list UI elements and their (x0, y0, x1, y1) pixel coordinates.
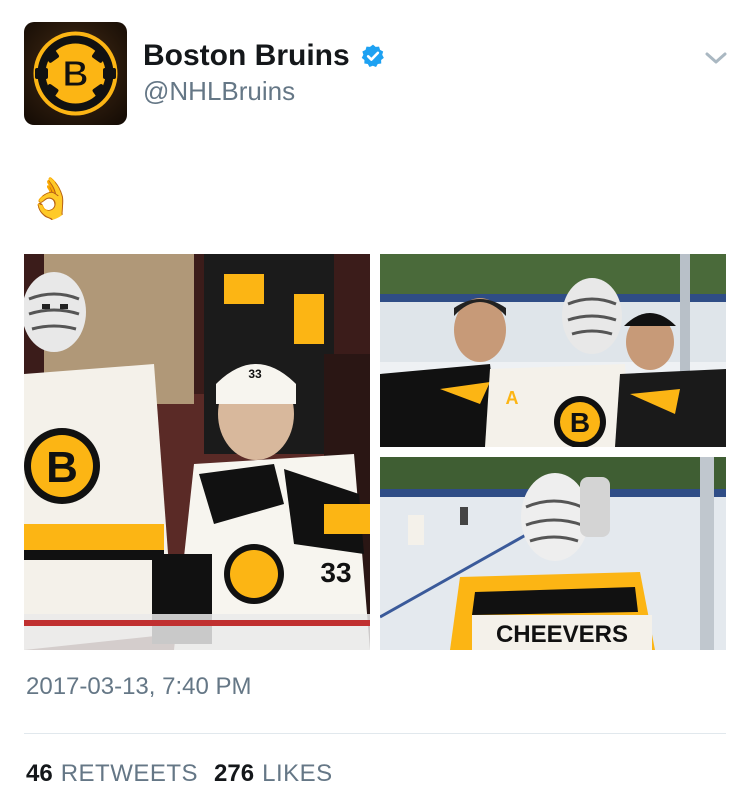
photo-1-sleeve-number: 33 (320, 557, 351, 588)
photo-1-fan-logo: B (46, 443, 78, 492)
retweets-count: 46 (26, 760, 53, 787)
likes-stat[interactable]: 276 LIKES (214, 760, 333, 788)
author-handle[interactable]: @NHLBruins (143, 76, 295, 107)
photo-3[interactable]: CHEEVERS (380, 457, 726, 650)
photo-1-image: B 33 33 (24, 254, 370, 650)
chevron-down-icon[interactable] (703, 48, 729, 68)
photo-3-image: CHEEVERS (380, 457, 726, 650)
photo-2-jersey-letter: A (506, 388, 519, 408)
photo-2[interactable]: B A (380, 254, 726, 447)
display-name[interactable]: Boston Bruins (143, 39, 350, 73)
photo-2-image: B A (380, 254, 726, 447)
photo-2-fan-logo: B (570, 407, 590, 438)
divider (24, 733, 726, 734)
logo-letter: B (63, 53, 89, 94)
likes-count: 276 (214, 760, 255, 787)
tweet-stats: 46 RETWEETS 276 LIKES (26, 760, 349, 788)
photo-1-helmet-number: 33 (248, 367, 262, 381)
tweet-timestamp[interactable]: 2017-03-13, 7:40 PM (26, 673, 251, 701)
media-grid: B 33 33 B A CHEEVERS (24, 254, 726, 650)
retweets-label: RETWEETS (60, 760, 199, 787)
verified-badge-icon (361, 44, 384, 68)
photo-1[interactable]: B 33 33 (24, 254, 370, 650)
author-name-row[interactable]: Boston Bruins (143, 36, 386, 76)
photo-3-nameplate: CHEEVERS (496, 621, 628, 648)
likes-label: LIKES (262, 760, 333, 787)
avatar[interactable]: B (24, 22, 127, 125)
tweet-text: 👌 (26, 177, 76, 221)
bruins-logo-icon: B (33, 31, 118, 116)
retweets-stat[interactable]: 46 RETWEETS (26, 760, 198, 788)
